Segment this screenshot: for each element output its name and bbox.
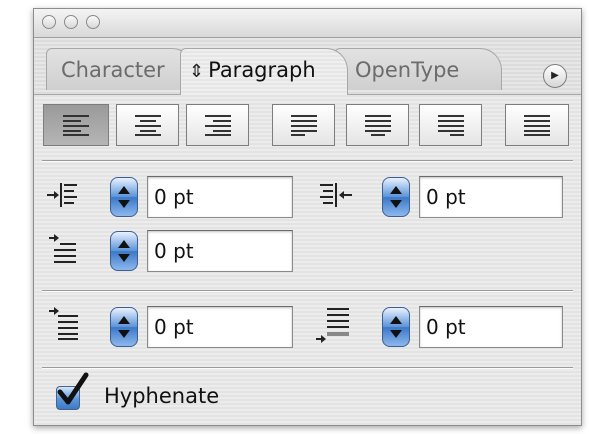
zoom-button[interactable] [86, 15, 100, 29]
space-before-icon [49, 307, 78, 340]
first-line-indent-icon [49, 234, 76, 263]
checkmark-icon [57, 372, 89, 405]
space-before-field[interactable]: 0 pt [147, 306, 293, 348]
first-line-indent-stepper[interactable] [110, 231, 138, 271]
right-indent-icon [320, 183, 352, 207]
triangle-right-icon: ▶ [551, 70, 559, 81]
align-left-icon [63, 115, 89, 136]
justify-last-right-button[interactable] [419, 104, 482, 146]
justify-last-center-icon [364, 115, 391, 136]
align-left-button[interactable] [43, 104, 109, 146]
justify-last-right-icon [437, 115, 464, 136]
paragraph-panel: Character ⇕ Paragraph OpenType ▶ 0 pt 0 … [33, 8, 582, 426]
space-after-stepper[interactable] [382, 307, 410, 347]
left-indent-icon [47, 183, 77, 207]
justify-all-button[interactable] [505, 104, 569, 146]
space-before-value: 0 pt [154, 315, 194, 339]
tab-character-label: Character [61, 58, 165, 82]
right-indent-stepper[interactable] [382, 177, 410, 217]
space-after-icon [316, 308, 349, 343]
first-line-indent-value: 0 pt [154, 239, 194, 263]
updown-arrows-icon: ⇕ [189, 61, 205, 82]
tab-opentype[interactable]: OpenType [334, 48, 502, 90]
first-line-indent-field[interactable]: 0 pt [147, 230, 293, 272]
tab-paragraph[interactable]: ⇕ Paragraph [180, 48, 348, 95]
left-indent-field[interactable]: 0 pt [147, 176, 293, 218]
panel-titlebar [34, 9, 581, 38]
space-after-value: 0 pt [426, 315, 466, 339]
minimize-button[interactable] [64, 15, 78, 29]
align-right-icon [204, 115, 231, 136]
justify-last-center-button[interactable] [346, 104, 409, 146]
separator [42, 160, 573, 162]
justify-last-left-icon [290, 115, 317, 136]
align-center-button[interactable] [116, 104, 179, 146]
justify-all-icon [524, 115, 550, 136]
tab-character[interactable]: Character [46, 48, 194, 90]
hyphenate-label: Hyphenate [104, 384, 220, 408]
close-button[interactable] [42, 15, 56, 29]
separator [42, 290, 573, 292]
right-indent-field[interactable]: 0 pt [419, 176, 563, 218]
tab-strip: Character ⇕ Paragraph OpenType ▶ [34, 38, 581, 95]
left-indent-value: 0 pt [154, 185, 194, 209]
justify-last-left-button[interactable] [272, 104, 335, 146]
panel-menu-button[interactable]: ▶ [543, 64, 567, 88]
space-after-field[interactable]: 0 pt [419, 306, 563, 348]
left-indent-stepper[interactable] [110, 177, 138, 217]
space-before-stepper[interactable] [110, 307, 138, 347]
separator [42, 367, 573, 369]
align-right-button[interactable] [186, 104, 249, 146]
tab-opentype-label: OpenType [355, 58, 460, 82]
tab-paragraph-label: Paragraph [208, 58, 316, 82]
right-indent-value: 0 pt [426, 185, 466, 209]
align-center-icon [134, 115, 161, 136]
